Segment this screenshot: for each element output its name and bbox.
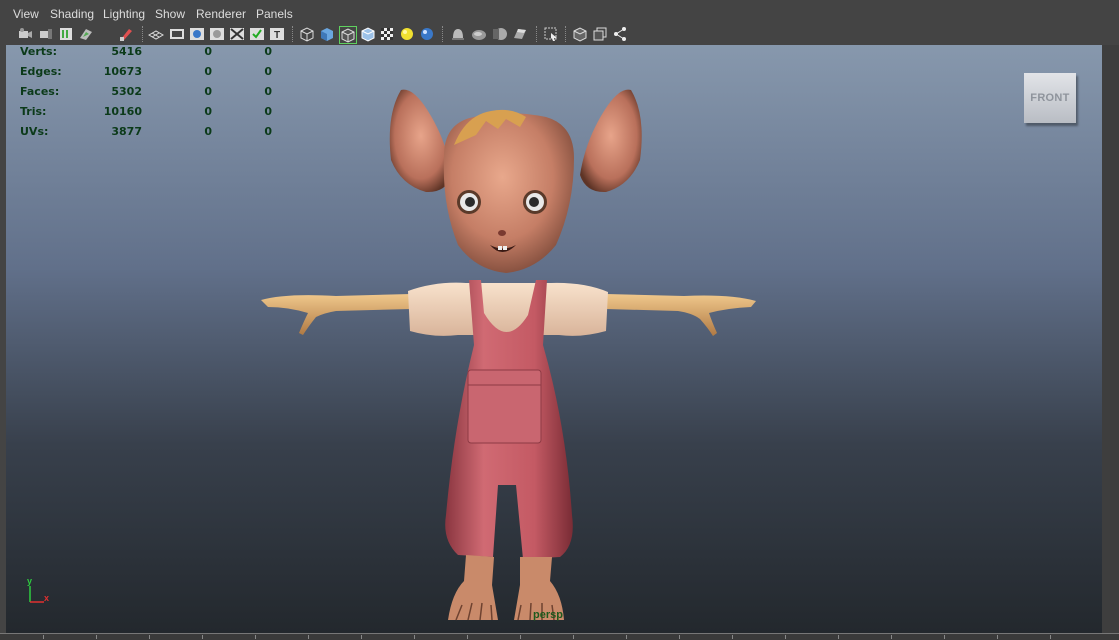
hud-row-tris: Tris: 10160 0 0 <box>20 103 280 123</box>
menu-lighting[interactable]: Lighting <box>103 7 145 21</box>
hud-value: 3877 <box>111 125 142 138</box>
menu-show[interactable]: Show <box>155 7 185 21</box>
resolution-gate-icon[interactable] <box>189 26 205 42</box>
hud-label: UVs: <box>20 125 49 138</box>
hud-label: Tris: <box>20 105 47 118</box>
wireframe-on-shaded-icon[interactable] <box>339 26 357 44</box>
shirt <box>408 282 608 336</box>
hud-value: 0 <box>264 105 272 118</box>
hud-value: 0 <box>204 125 212 138</box>
3d-viewport[interactable]: Verts: 5416 0 0 Edges: 10673 0 0 Faces: … <box>6 45 1102 633</box>
shadows-icon[interactable] <box>450 26 466 42</box>
wireframe-icon[interactable] <box>299 26 315 42</box>
camera-attributes-icon[interactable] <box>38 26 54 42</box>
axis-x-label: x <box>44 593 50 603</box>
safe-action-icon[interactable] <box>249 26 265 42</box>
hud-label: Faces: <box>20 85 60 98</box>
hud-value: 10673 <box>103 65 142 78</box>
axis-y-label: y <box>27 576 33 586</box>
image-plane-icon[interactable] <box>78 26 94 42</box>
hud-value: 0 <box>204 65 212 78</box>
hud-value: 5416 <box>111 45 142 58</box>
viewcube-front[interactable]: FRONT <box>1024 73 1076 123</box>
field-chart-icon[interactable] <box>229 26 245 42</box>
default-lighting-icon[interactable] <box>399 26 415 42</box>
hud-value: 10160 <box>103 105 142 118</box>
hud-value: 0 <box>264 45 272 58</box>
left-foot <box>448 555 498 620</box>
hud-row-uvs: UVs: 3877 0 0 <box>20 123 280 143</box>
xray-icon[interactable] <box>360 26 376 42</box>
hud-value: 0 <box>204 105 212 118</box>
panel-menubar: View Shading Lighting Show Renderer Pane… <box>0 0 1119 24</box>
hud-value: 0 <box>264 85 272 98</box>
hud-label: Edges: <box>20 65 62 78</box>
all-lights-icon[interactable] <box>419 26 435 42</box>
axis-gizmo: y x <box>22 576 62 608</box>
poly-count-hud: Verts: 5416 0 0 Edges: 10673 0 0 Faces: … <box>20 45 280 143</box>
overalls-pocket <box>467 369 542 444</box>
hud-row-verts: Verts: 5416 0 0 <box>20 45 280 63</box>
viewport-side-strip <box>1102 45 1119 633</box>
gate-mask-icon[interactable] <box>209 26 225 42</box>
menu-view[interactable]: View <box>13 7 39 21</box>
xray-joints-icon[interactable] <box>592 26 608 42</box>
menu-panels[interactable]: Panels <box>256 7 293 21</box>
select-camera-icon[interactable] <box>543 26 559 42</box>
hud-row-edges: Edges: 10673 0 0 <box>20 63 280 83</box>
bookmark-icon[interactable] <box>58 26 74 42</box>
svg-text:T: T <box>274 30 280 41</box>
2d-pan-zoom-icon[interactable] <box>118 26 134 42</box>
hud-label: Verts: <box>20 45 58 58</box>
right-arm <box>606 294 756 336</box>
film-gate-icon[interactable] <box>169 26 185 42</box>
camera-label: persp <box>533 609 563 621</box>
hud-toggle-icon[interactable] <box>612 26 628 42</box>
hud-value: 0 <box>204 85 212 98</box>
safe-title-icon[interactable]: T <box>269 26 285 42</box>
hud-value: 5302 <box>111 85 142 98</box>
ambient-occlusion-icon[interactable] <box>471 26 487 42</box>
smooth-shade-icon[interactable] <box>319 26 335 42</box>
menu-shading[interactable]: Shading <box>50 7 94 21</box>
panel-toolbar: T <box>0 24 1119 45</box>
left-arm <box>261 294 411 335</box>
anti-aliasing-icon[interactable] <box>512 26 528 42</box>
left-ear <box>389 89 452 193</box>
camera-select-icon[interactable] <box>17 26 33 42</box>
textured-icon[interactable] <box>379 26 395 42</box>
hud-value: 0 <box>204 45 212 58</box>
grid-icon[interactable] <box>148 26 164 42</box>
hud-value: 0 <box>264 65 272 78</box>
hud-value: 0 <box>264 125 272 138</box>
hud-row-faces: Faces: 5302 0 0 <box>20 83 280 103</box>
isolate-select-icon[interactable] <box>572 26 588 42</box>
menu-renderer[interactable]: Renderer <box>196 7 246 21</box>
right-ear <box>580 89 642 193</box>
motion-blur-icon[interactable] <box>492 26 508 42</box>
